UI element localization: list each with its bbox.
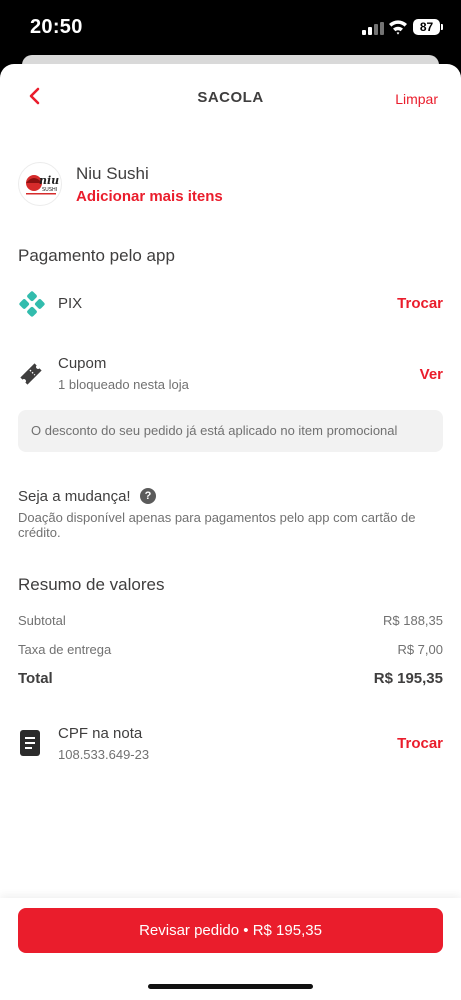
donation-description: Doação disponível apenas para pagamentos…	[18, 510, 416, 540]
view-coupons-button[interactable]: Ver	[420, 366, 443, 383]
subtotal-row: Subtotal R$ 188,35	[18, 613, 443, 633]
help-icon[interactable]: ?	[140, 488, 156, 504]
coupon-title: Cupom	[58, 355, 107, 372]
clear-button[interactable]: Limpar	[395, 91, 438, 107]
coupon-subtitle: 1 bloqueado nesta loja	[58, 377, 189, 392]
change-payment-button[interactable]: Trocar	[397, 295, 443, 312]
add-more-items-link[interactable]: Adicionar mais itens	[76, 188, 223, 205]
total-row: Total R$ 195,35	[18, 670, 443, 690]
discount-info-box: O desconto do seu pedido já está aplicad…	[18, 410, 443, 452]
delivery-fee-row: Taxa de entrega R$ 7,00	[18, 642, 443, 662]
summary-section-title: Resumo de valores	[18, 575, 165, 594]
subtotal-value: R$ 188,35	[383, 613, 443, 628]
total-value: R$ 195,35	[373, 670, 443, 687]
payment-section-title: Pagamento pelo app	[18, 246, 175, 265]
home-indicator[interactable]	[148, 984, 313, 989]
footer-bar: Revisar pedido • R$ 195,35	[0, 898, 461, 1000]
status-bar: 20:50 87	[0, 0, 461, 60]
pix-icon	[19, 291, 45, 317]
svg-text:SUSHI: SUSHI	[42, 187, 57, 193]
document-icon	[20, 730, 40, 756]
svg-text:niu: niu	[39, 174, 59, 187]
subtotal-label: Subtotal	[18, 613, 66, 628]
change-cpf-button[interactable]: Trocar	[397, 735, 443, 752]
wifi-icon	[389, 20, 407, 35]
bag-sheet: SACOLA Limpar niu SUSHI Niu Sushi Adicio…	[0, 64, 461, 1000]
header: SACOLA Limpar	[0, 64, 461, 132]
donation-title: Seja a mudança!	[18, 488, 131, 505]
payment-method-label: PIX	[58, 295, 83, 312]
signal-icon	[362, 22, 384, 35]
delivery-fee-label: Taxa de entrega	[18, 642, 112, 657]
total-label: Total	[18, 670, 53, 687]
cpf-value: 108.533.649-23	[58, 747, 150, 762]
coupon-ticket-icon	[20, 363, 42, 385]
cpf-title: CPF na nota	[58, 725, 143, 742]
niu-sushi-logo-icon: niu SUSHI	[26, 174, 59, 195]
store-logo: niu SUSHI	[18, 162, 62, 206]
battery-indicator: 87	[413, 19, 443, 35]
page-title: SACOLA	[197, 89, 264, 106]
delivery-fee-value: R$ 7,00	[397, 642, 443, 657]
store-name: Niu Sushi	[76, 164, 149, 183]
store-card: niu SUSHI Niu Sushi Adicionar mais itens	[18, 162, 443, 210]
status-time: 20:50	[30, 16, 83, 38]
review-order-button[interactable]: Revisar pedido • R$ 195,35	[18, 908, 443, 953]
